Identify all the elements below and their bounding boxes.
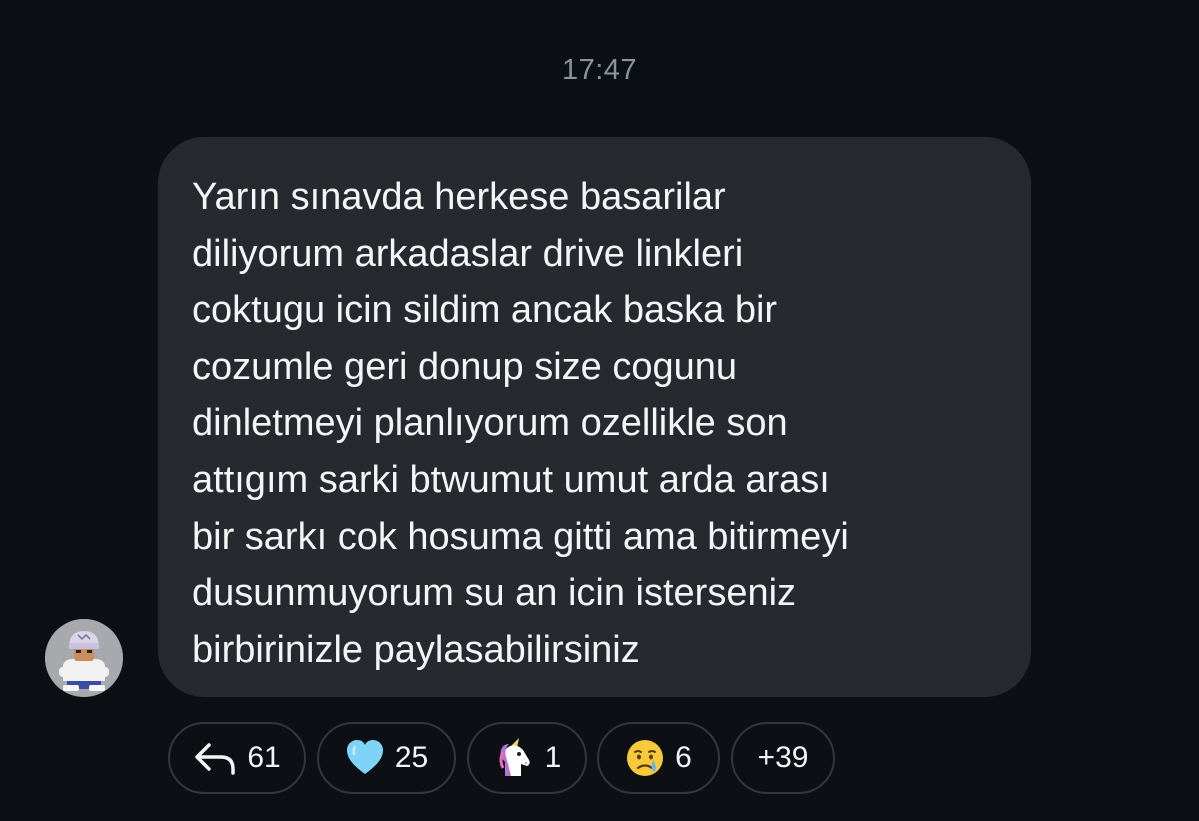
reaction-count: 6 — [675, 741, 692, 774]
message-timestamp: 17:47 — [561, 54, 638, 86]
reaction-count: 61 — [247, 741, 281, 774]
message-bubble[interactable]: Yarın sınavda herkese basarilar diliyoru… — [158, 137, 1031, 697]
chat-screen: 17:47 Yarın sınavda herkese basarilar di… — [0, 0, 1199, 821]
sender-avatar[interactable] — [45, 619, 123, 697]
crying-face-icon — [625, 738, 665, 778]
reply-arrow-icon — [193, 739, 237, 777]
reaction-count: 25 — [394, 741, 429, 774]
unicorn-icon — [493, 738, 535, 778]
blue-heart-icon — [345, 739, 385, 777]
more-reactions-button[interactable]: +39 — [731, 722, 835, 794]
more-reactions-count: +39 — [757, 741, 809, 774]
reaction-crying-face[interactable]: 6 — [597, 722, 720, 794]
user-avatar-icon — [45, 619, 123, 697]
message-text: Yarın sınavda herkese basarilar diliyoru… — [192, 176, 849, 671]
reaction-reply[interactable]: 61 — [168, 722, 306, 794]
reaction-unicorn[interactable]: 1 — [467, 722, 587, 794]
reaction-count: 1 — [544, 741, 562, 774]
reaction-blue-heart[interactable]: 25 — [317, 722, 456, 794]
